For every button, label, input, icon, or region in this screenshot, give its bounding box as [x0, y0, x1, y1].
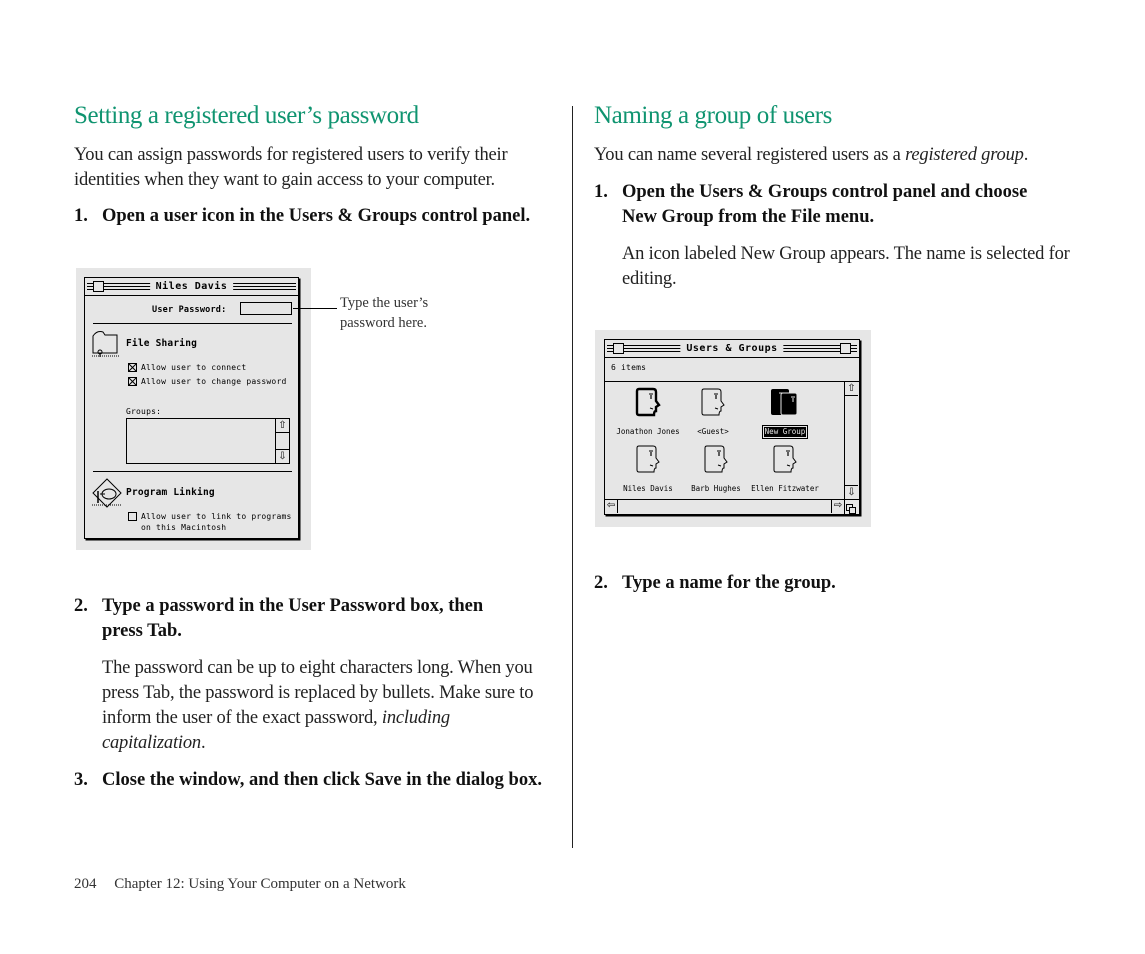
step-3-password: 3. Close the window, and then click Save… [74, 768, 544, 793]
icon-view: Jonathon Jones <Guest> New Group Niles D… [605, 382, 844, 499]
user-icon-ellen-fitzwater[interactable]: Ellen Fitzwater [750, 444, 820, 495]
program-linking-icon [92, 478, 122, 508]
resize-icon [846, 504, 856, 514]
divider [93, 323, 292, 324]
scroll-left-arrow[interactable]: ⇦ [605, 500, 618, 513]
step-text: Open a user icon in the Users & Groups c… [102, 206, 531, 226]
program-linking-title: Program Linking [126, 487, 215, 498]
step-text: Open the Users & Groups control panel an… [622, 182, 1028, 227]
intro-paragraph-group: You can name several registered users as… [594, 143, 1084, 168]
allow-link-checkbox[interactable] [128, 512, 137, 521]
step-number: 1. [594, 182, 608, 202]
icon-label: <Guest> [697, 427, 729, 436]
icon-label-selected[interactable]: New Group [761, 425, 809, 439]
section-heading-group: Naming a group of users [594, 102, 832, 129]
vertical-scrollbar[interactable]: ⇧ ⇩ [844, 382, 859, 499]
allow-connect-checkbox[interactable] [128, 363, 137, 372]
intro-emphasis: registered group [905, 145, 1024, 165]
user-face-icon [704, 445, 728, 473]
step-2-group: 2. Type a name for the group. [594, 571, 1064, 596]
icon-label: Barb Hughes [691, 484, 741, 493]
item-count: 6 items [611, 363, 647, 372]
callout-leader-line [293, 308, 337, 309]
user-icon-jonathon-jones[interactable]: Jonathon Jones [613, 387, 683, 438]
step-text: Close the window, and then click Save in… [102, 770, 542, 790]
allow-link-label-line1: Allow user to link to programs [141, 512, 292, 521]
step-2-password: 2. Type a password in the User Password … [74, 594, 544, 644]
allow-connect-label: Allow user to connect [141, 363, 247, 372]
section-heading-password: Setting a registered user’s password [74, 102, 419, 129]
allow-link-label-line2: on this Macintosh [141, 523, 227, 532]
zoom-box[interactable] [840, 343, 851, 354]
step-number: 3. [74, 770, 88, 790]
scroll-right-arrow[interactable]: ⇨ [831, 500, 844, 513]
scroll-up-arrow[interactable]: ⇧ [276, 419, 289, 433]
users-groups-window: Users & Groups 6 items Jonathon Jones <G… [604, 339, 860, 515]
step-1-password: 1. Open a user icon in the Users & Group… [74, 204, 554, 229]
user-window-titlebar[interactable]: Niles Davis [85, 278, 298, 296]
intro-end: . [1023, 145, 1029, 165]
step-text: Type a password in the User Password box… [102, 596, 484, 641]
guest-icon[interactable]: <Guest> [678, 387, 748, 438]
user-face-icon [636, 445, 660, 473]
page-number: 204 [74, 876, 97, 892]
intro-text: You can name several registered users as… [594, 145, 906, 165]
step-2-detail: The password can be up to eight characte… [102, 656, 542, 756]
groups-label: Groups: [126, 407, 162, 416]
user-icon-niles-davis[interactable]: Niles Davis [613, 444, 683, 495]
groups-scrollbar[interactable]: ⇧ ⇩ [275, 419, 289, 463]
user-window: Niles Davis User Password: File Sharing … [84, 277, 299, 539]
groups-list[interactable]: ⇧ ⇩ [126, 418, 290, 464]
close-box[interactable] [93, 281, 104, 292]
icon-label: Niles Davis [623, 484, 673, 493]
password-callout: Type the user’s password here. [340, 295, 429, 331]
file-sharing-title: File Sharing [126, 338, 198, 349]
chapter-title: Chapter 12: Using Your Computer on a Net… [114, 876, 406, 892]
folder-share-icon [92, 331, 120, 357]
guest-face-icon [701, 388, 725, 416]
scroll-up-arrow[interactable]: ⇧ [845, 382, 858, 396]
icon-label: Ellen Fitzwater [751, 484, 819, 493]
column-divider [572, 106, 573, 848]
scroll-down-arrow[interactable]: ⇩ [276, 449, 289, 463]
allow-change-password-label: Allow user to change password [141, 377, 287, 386]
group-faces-icon [771, 389, 798, 416]
window-title: Users & Groups [680, 340, 784, 357]
step-number: 2. [74, 596, 88, 616]
window-info-bar: 6 items [605, 358, 859, 382]
password-label: User Password: [152, 305, 227, 315]
allow-change-password-checkbox[interactable] [128, 377, 137, 386]
intro-paragraph-password: You can assign passwords for registered … [74, 145, 508, 190]
close-box[interactable] [613, 343, 624, 354]
detail-text: The password can be up to eight characte… [102, 658, 534, 728]
users-groups-screenshot: Users & Groups 6 items Jonathon Jones <G… [595, 330, 871, 527]
scroll-down-arrow[interactable]: ⇩ [845, 485, 858, 499]
page-footer: 204 Chapter 12: Using Your Computer on a… [74, 876, 406, 893]
step-text: Type a name for the group. [622, 573, 836, 593]
password-field[interactable] [240, 302, 292, 315]
user-face-icon [635, 387, 661, 417]
user-face-icon [773, 445, 797, 473]
divider [93, 471, 292, 472]
size-box[interactable] [844, 499, 859, 514]
step-1-group-detail: An icon labeled New Group appears. The n… [622, 244, 1070, 289]
step-number: 2. [594, 573, 608, 593]
user-window-screenshot: Niles Davis User Password: File Sharing … [76, 268, 311, 550]
window-title: Niles Davis [149, 278, 234, 295]
group-icon-new-group[interactable]: New Group [750, 387, 820, 439]
icon-label: Jonathon Jones [616, 427, 680, 436]
step-1-group: 1. Open the Users & Groups control panel… [594, 180, 1064, 230]
user-icon-barb-hughes[interactable]: Barb Hughes [681, 444, 751, 495]
users-groups-titlebar[interactable]: Users & Groups [605, 340, 859, 358]
detail-end: . [200, 733, 206, 753]
step-number: 1. [74, 206, 88, 226]
horizontal-scrollbar[interactable]: ⇦ ⇨ [605, 499, 844, 514]
